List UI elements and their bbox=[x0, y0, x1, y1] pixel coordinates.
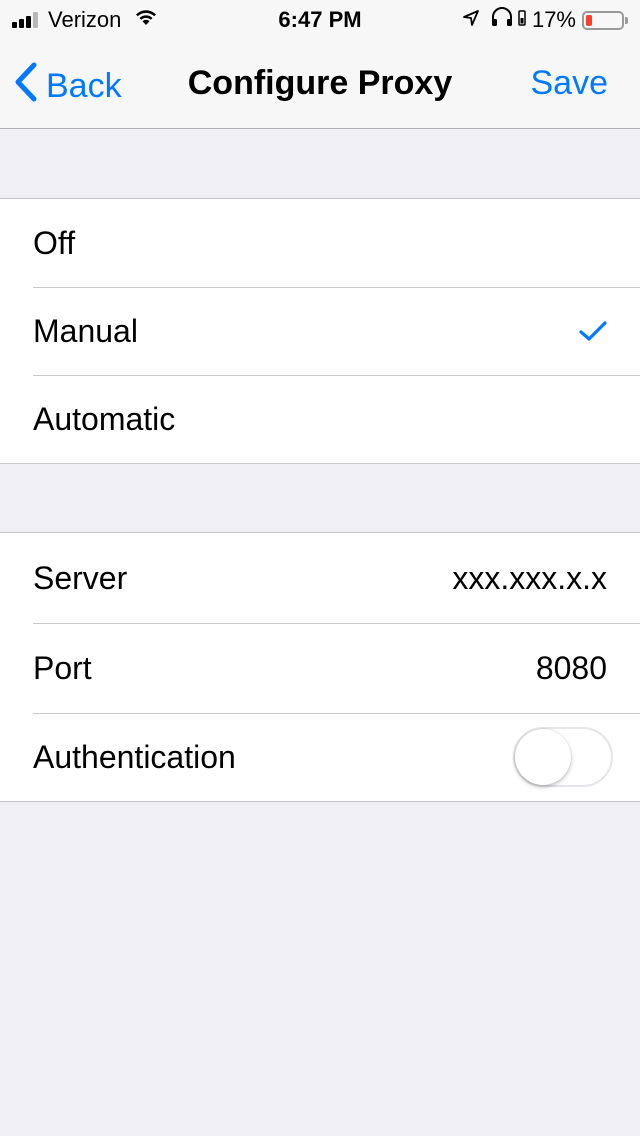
status-bar: Verizon 6:47 PM 17% bbox=[0, 0, 640, 40]
battery-tip bbox=[625, 16, 628, 24]
battery-icon bbox=[582, 10, 624, 30]
server-row[interactable]: Server xxx.xxx.x.x bbox=[0, 533, 640, 623]
status-right: 17% bbox=[462, 7, 628, 33]
authentication-row: Authentication bbox=[0, 713, 640, 801]
proxy-mode-option-off[interactable]: Off bbox=[0, 199, 640, 287]
headphones-icon bbox=[490, 7, 514, 33]
battery-percent: 17% bbox=[531, 7, 576, 32]
server-field[interactable]: xxx.xxx.x.x bbox=[452, 560, 607, 597]
option-label: Manual bbox=[33, 312, 138, 349]
battery-charging-indicator bbox=[518, 7, 526, 33]
toggle-knob bbox=[515, 729, 571, 785]
manual-settings-group: Server xxx.xxx.x.x Port 8080 Authenticat… bbox=[0, 532, 640, 802]
option-label: Off bbox=[33, 224, 76, 261]
option-label: Automatic bbox=[33, 400, 176, 437]
authentication-label: Authentication bbox=[33, 738, 236, 775]
proxy-mode-option-manual[interactable]: Manual bbox=[0, 287, 640, 375]
checkmark-icon bbox=[579, 313, 607, 350]
save-button[interactable]: Save bbox=[531, 64, 609, 103]
authentication-toggle[interactable] bbox=[513, 727, 613, 787]
server-label: Server bbox=[33, 559, 128, 596]
port-row[interactable]: Port 8080 bbox=[0, 623, 640, 713]
location-arrow-icon bbox=[462, 7, 480, 33]
port-field[interactable]: 8080 bbox=[536, 650, 607, 687]
proxy-mode-option-automatic[interactable]: Automatic bbox=[0, 375, 640, 463]
port-label: Port bbox=[33, 649, 92, 686]
proxy-mode-group: Off Manual Automatic bbox=[0, 198, 640, 464]
navigation-bar: Back Configure Proxy Save bbox=[0, 40, 640, 129]
